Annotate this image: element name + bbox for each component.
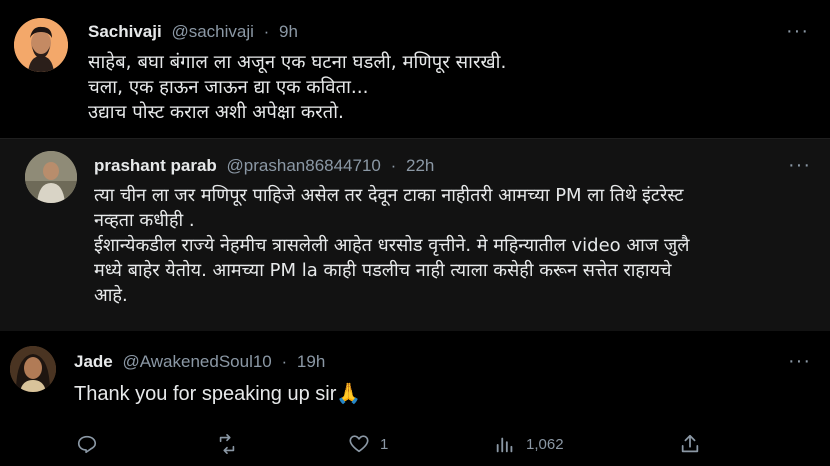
avatar-sachivaji[interactable] <box>14 18 68 72</box>
author-handle[interactable]: @sachivaji <box>171 22 253 41</box>
tweet-time[interactable]: 19h <box>297 352 325 371</box>
tweet-text: Thank you for speaking up sir🙏 <box>74 382 361 407</box>
tweet-text-line: चला, एक हाऊन जाऊन द्या एक कविता... <box>88 77 369 98</box>
more-horizontal-icon[interactable]: ··· <box>788 154 811 177</box>
author-handle[interactable]: @AwakenedSoul10 <box>122 352 271 371</box>
more-horizontal-icon[interactable]: ··· <box>786 20 809 43</box>
like-count: 1 <box>380 435 389 453</box>
author-name[interactable]: Sachivaji <box>88 22 162 41</box>
retweet-button[interactable] <box>216 433 238 455</box>
separator-dot: · <box>281 352 288 371</box>
tweet-time[interactable]: 9h <box>279 22 298 41</box>
tweet-text: साहेब, बघा बंगाल ला अजून एक घटना घडली, म… <box>88 50 506 125</box>
tweet-time[interactable]: 22h <box>406 156 434 175</box>
tweet-text-line: त्या चीन ला जर मणिपूर पाहिजे असेल तर देव… <box>94 185 684 206</box>
views-button[interactable]: 1,062 <box>494 433 564 455</box>
author-name[interactable]: prashant parab <box>94 156 217 175</box>
like-button[interactable]: 1 <box>348 433 388 455</box>
avatar-prashant-parab[interactable] <box>25 151 77 203</box>
author-handle[interactable]: @prashan86844710 <box>227 156 381 175</box>
tweet-text-line: साहेब, बघा बंगाल ला अजून एक घटना घडली, म… <box>88 52 507 73</box>
tweet-header: Jade @AwakenedSoul10 · 19h <box>74 352 325 372</box>
tweet-text-line: मध्ये बाहेर येतोय. आमच्या PM la काही पडल… <box>94 260 672 281</box>
views-count: 1,062 <box>526 435 564 453</box>
separator-dot: · <box>390 156 397 175</box>
tweet-text-line: आहे. <box>94 285 128 306</box>
analytics-icon <box>496 437 513 453</box>
avatar-jade[interactable] <box>10 346 56 392</box>
tweet-text: त्या चीन ला जर मणिपूर पाहिजे असेल तर देव… <box>94 183 689 308</box>
tweet-text-line: Thank you for speaking up sir🙏 <box>74 383 362 405</box>
author-name[interactable]: Jade <box>74 352 113 371</box>
more-horizontal-icon[interactable]: ··· <box>788 350 811 373</box>
separator-dot: · <box>263 22 270 41</box>
tweet-text-line: नव्हता कधीही . <box>94 210 195 231</box>
retweet-icon <box>219 434 235 454</box>
tweet-text-line: ईशान्येकडील राज्ये नेहमीच त्रासलेली आहेत… <box>94 235 690 256</box>
reply-icon <box>77 435 97 454</box>
tweet-header: prashant parab @prashan86844710 · 22h <box>94 156 434 176</box>
heart-icon <box>349 435 369 453</box>
share-icon <box>681 434 699 453</box>
tweet-text-line: उद्याच पोस्ट कराल अशी अपेक्षा करतो. <box>88 102 344 123</box>
share-button[interactable] <box>679 433 701 455</box>
reply-button[interactable] <box>76 433 98 455</box>
tweet-header: Sachivaji @sachivaji · 9h <box>88 22 298 42</box>
